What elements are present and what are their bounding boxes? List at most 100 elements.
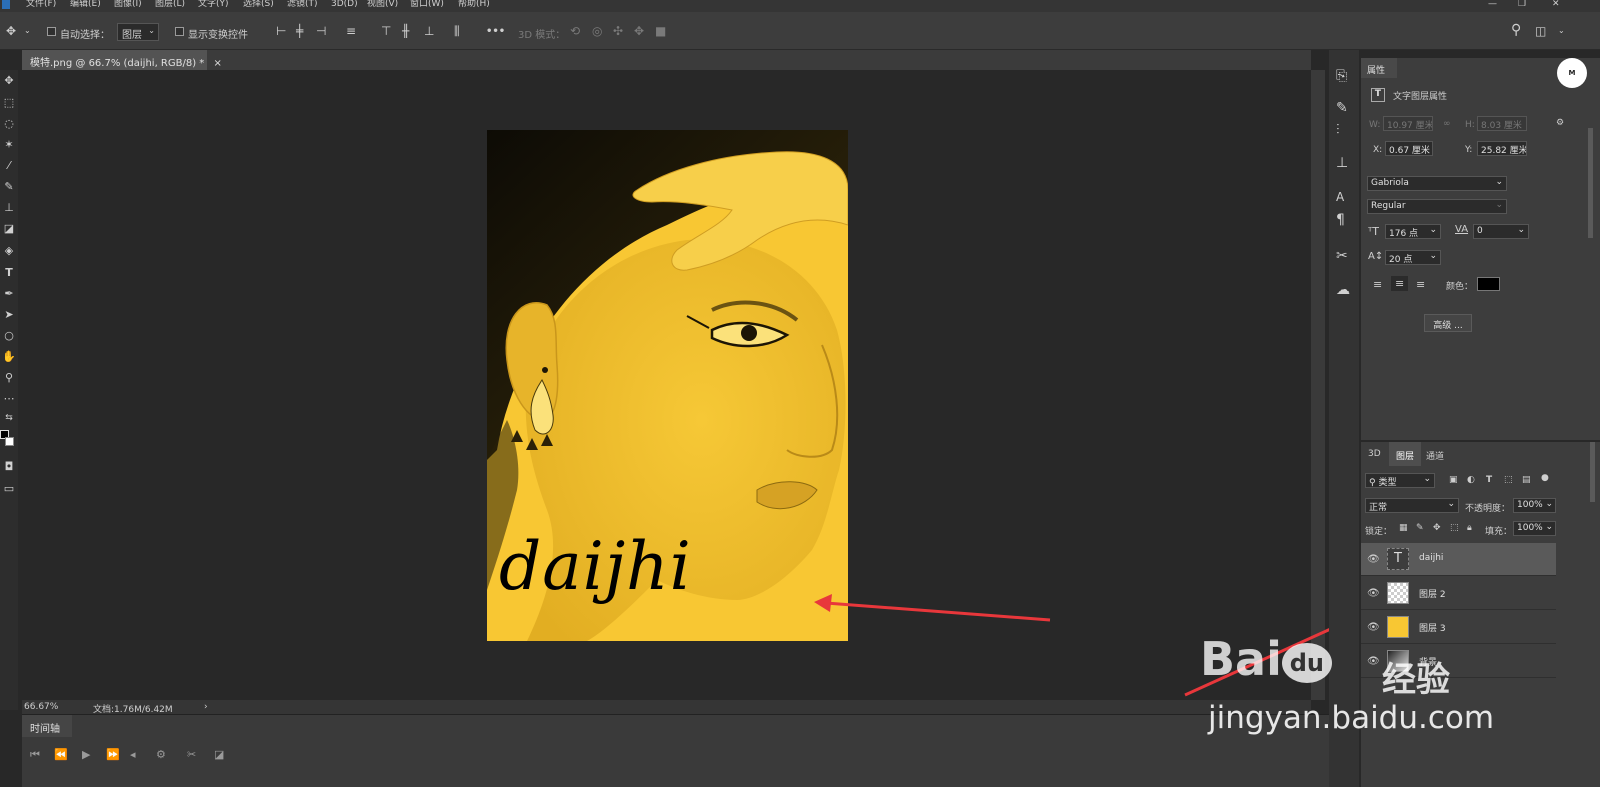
- menu-file[interactable]: 文件(F): [26, 0, 56, 9]
- show-transform-checkbox[interactable]: [175, 27, 184, 36]
- leading-field[interactable]: 20 点 ⌄: [1385, 250, 1441, 265]
- visibility-eye-icon[interactable]: 👁︎: [1367, 656, 1380, 667]
- document-tab[interactable]: 模特.png @ 66.7% (daijhi, RGB/8) * ×: [22, 50, 222, 70]
- brush-tool-icon[interactable]: ✎: [1, 180, 17, 193]
- 3d-pan-icon[interactable]: ✣: [613, 25, 623, 37]
- visibility-eye-icon[interactable]: 👁︎: [1367, 554, 1380, 565]
- split-scissors-icon[interactable]: ✂: [187, 748, 196, 761]
- tab-3d[interactable]: 3D: [1361, 442, 1388, 466]
- vertical-scrollbar[interactable]: [1311, 70, 1325, 700]
- menu-help[interactable]: 帮助(H): [458, 0, 490, 9]
- status-menu-arrow[interactable]: ›: [204, 702, 208, 712]
- pen-tool-icon[interactable]: ✒: [1, 287, 17, 300]
- play-icon[interactable]: ▶: [82, 748, 90, 761]
- clone-source-icon[interactable]: ⊥: [1336, 155, 1348, 171]
- more-tools-icon[interactable]: ⋯: [1, 392, 17, 405]
- advanced-button[interactable]: 高级 ...: [1424, 314, 1472, 332]
- chevron-down-icon[interactable]: ⌄: [1558, 25, 1565, 37]
- quick-mask-icon[interactable]: ◘: [1, 460, 17, 473]
- close-tab-icon[interactable]: ×: [213, 58, 221, 69]
- layers-scrollbar[interactable]: [1590, 442, 1595, 502]
- history-icon[interactable]: ⎘: [1336, 68, 1347, 84]
- layer-row[interactable]: 👁︎ T daijhi: [1361, 543, 1556, 576]
- lock-all-icon[interactable]: 🔒︎: [1467, 523, 1472, 533]
- font-style-select[interactable]: Regular ⌄: [1367, 199, 1507, 214]
- menu-type[interactable]: 文字(Y): [198, 0, 229, 9]
- text-color-swatch[interactable]: [1477, 277, 1500, 291]
- libraries-icon[interactable]: ☁: [1336, 282, 1350, 298]
- document-canvas[interactable]: daijhi: [487, 130, 848, 641]
- align-bottom-icon[interactable]: ⊥: [424, 25, 434, 37]
- screen-mode-icon[interactable]: ▭: [1, 482, 17, 495]
- menu-view[interactable]: 视图(V): [367, 0, 398, 9]
- brush-settings-icon[interactable]: ✎: [1336, 100, 1348, 116]
- auto-select-dropdown[interactable]: 图层 ⌄: [117, 23, 159, 41]
- properties-scrollbar[interactable]: [1588, 128, 1593, 238]
- canvas-text-layer[interactable]: daijhi: [499, 528, 692, 605]
- align-left-icon[interactable]: ⊢: [276, 25, 286, 37]
- filter-pixel-icon[interactable]: ▣: [1449, 475, 1458, 485]
- tracking-field[interactable]: 0 ⌄: [1473, 224, 1529, 239]
- close-window-icon[interactable]: ✕: [1552, 0, 1560, 9]
- first-frame-icon[interactable]: ⏮: [30, 748, 40, 762]
- settings-gear-icon[interactable]: ⚙: [156, 748, 166, 761]
- layer-row[interactable]: 👁︎ 图层 2: [1361, 577, 1556, 610]
- paragraph-icon[interactable]: ¶: [1336, 212, 1345, 228]
- tab-channels[interactable]: 通道: [1419, 442, 1451, 466]
- menu-filter[interactable]: 滤镜(T): [287, 0, 318, 9]
- distribute-vertical-icon[interactable]: ≡: [346, 25, 356, 37]
- menu-window[interactable]: 窗口(W): [410, 0, 444, 9]
- adjustments-icon[interactable]: ⫶: [1336, 122, 1340, 138]
- x-field[interactable]: 0.67 厘米: [1385, 141, 1433, 156]
- more-options-button[interactable]: •••: [486, 26, 505, 37]
- lock-artboard-icon[interactable]: ⬚: [1450, 523, 1459, 533]
- eraser-tool-icon[interactable]: ◪: [1, 222, 17, 235]
- workspace-icon[interactable]: ◫: [1535, 25, 1546, 37]
- lasso-tool-icon[interactable]: ◌: [1, 117, 17, 130]
- filter-type-icon[interactable]: T: [1486, 475, 1492, 485]
- align-center-text-icon[interactable]: ≡: [1391, 276, 1409, 291]
- path-select-tool-icon[interactable]: ➤: [1, 308, 17, 321]
- align-right-text-icon[interactable]: ≡: [1416, 278, 1425, 291]
- menu-image[interactable]: 图像(I): [114, 0, 142, 9]
- align-top-icon[interactable]: ⊤: [381, 25, 391, 37]
- visibility-eye-icon[interactable]: 👁︎: [1367, 588, 1380, 599]
- gear-icon[interactable]: ⚙: [1556, 118, 1564, 128]
- previous-frame-icon[interactable]: ⏪: [54, 748, 68, 761]
- maximize-icon[interactable]: ❐: [1518, 0, 1526, 9]
- move-tool-icon[interactable]: ✥: [6, 25, 16, 37]
- fill-field[interactable]: 100% ⌄: [1513, 521, 1556, 536]
- ellipse-tool-icon[interactable]: ○: [1, 329, 17, 342]
- avatar[interactable]: M: [1557, 58, 1587, 88]
- align-right-icon[interactable]: ⊣: [316, 25, 326, 37]
- stamp-tool-icon[interactable]: ⊥: [1, 201, 17, 214]
- menu-select[interactable]: 选择(S): [243, 0, 274, 9]
- menu-edit[interactable]: 编辑(E): [70, 0, 101, 9]
- magic-wand-tool-icon[interactable]: ✶: [1, 138, 17, 151]
- move-tool-icon[interactable]: ✥: [1, 74, 17, 87]
- visibility-eye-icon[interactable]: 👁︎: [1367, 622, 1380, 633]
- align-hcenter-icon[interactable]: ╪: [296, 25, 303, 37]
- filter-adjustment-icon[interactable]: ◐: [1467, 475, 1475, 485]
- audio-icon[interactable]: ◂: [130, 748, 136, 761]
- lock-position-icon[interactable]: ✥: [1433, 523, 1441, 533]
- tab-layers[interactable]: 图层: [1389, 442, 1422, 466]
- layer-filter-select[interactable]: ⚲ 类型 ⌄: [1365, 473, 1435, 488]
- y-field[interactable]: 25.82 厘米: [1477, 141, 1527, 156]
- eyedropper-tool-icon[interactable]: ⁄: [1, 159, 17, 172]
- lock-brush-icon[interactable]: ✎: [1416, 523, 1424, 533]
- auto-select-checkbox[interactable]: [47, 27, 56, 36]
- font-family-select[interactable]: Gabriola ⌄: [1367, 176, 1507, 191]
- layer-row[interactable]: 👁︎ 图层 3: [1361, 611, 1556, 644]
- align-left-text-icon[interactable]: ≡: [1373, 278, 1382, 291]
- 3d-slide-icon[interactable]: ✥: [634, 25, 644, 37]
- filter-shape-icon[interactable]: ⬚: [1504, 475, 1513, 485]
- font-size-field[interactable]: 176 点 ⌄: [1385, 224, 1441, 239]
- filter-smart-object-icon[interactable]: ▤: [1522, 475, 1531, 485]
- tools-preset-icon[interactable]: ✂: [1336, 248, 1348, 264]
- properties-tab[interactable]: 属性: [1361, 58, 1397, 78]
- character-icon[interactable]: A: [1336, 190, 1344, 204]
- paint-bucket-tool-icon[interactable]: ◈: [1, 244, 17, 257]
- zoom-level[interactable]: 66.67%: [24, 702, 58, 712]
- transition-icon[interactable]: ◪: [214, 748, 224, 761]
